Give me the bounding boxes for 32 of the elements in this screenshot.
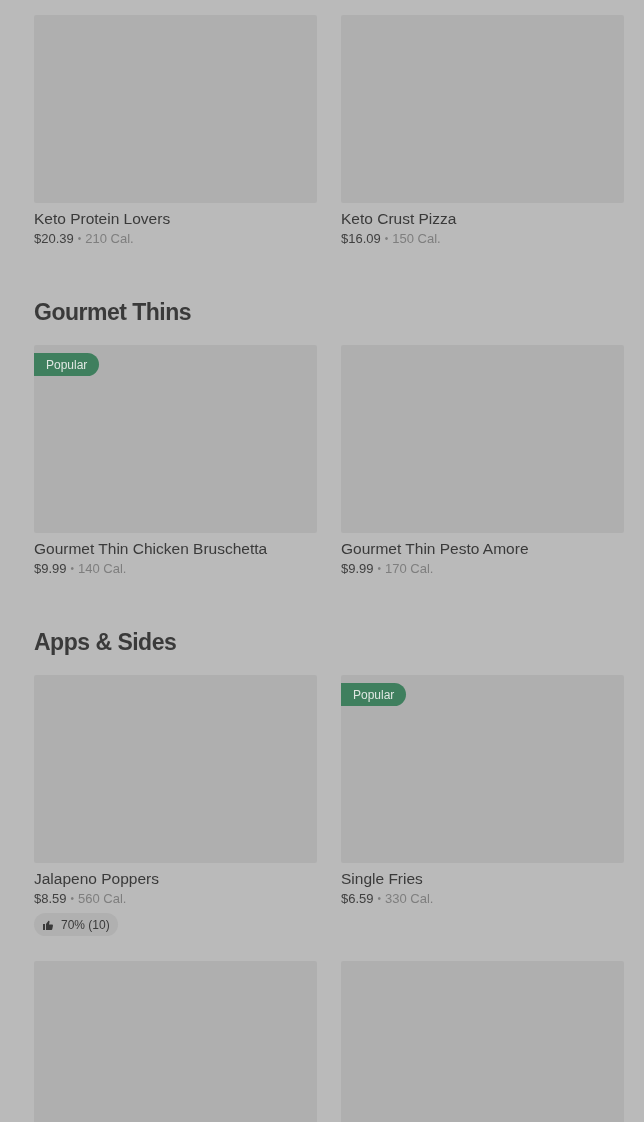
thumbs-up-icon: [42, 918, 54, 931]
item-price: $9.99: [341, 560, 374, 578]
item-title: Gourmet Thin Pesto Amore: [341, 539, 530, 559]
item-calories: 170 Cal.: [385, 560, 434, 578]
item-price: $6.59: [341, 890, 374, 908]
item-price: $20.39: [34, 230, 74, 248]
item-price: $8.59: [34, 890, 67, 908]
item-title: Keto Crust Pizza: [341, 209, 458, 229]
item-calories: 140 Cal.: [78, 560, 127, 578]
separator-dot: •: [70, 562, 75, 576]
item-price: $9.99: [34, 560, 67, 578]
popular-badge: Popular: [34, 353, 100, 376]
separator-dot: •: [377, 562, 382, 576]
item-title: Single Fries: [341, 869, 424, 889]
separator-dot: •: [70, 892, 75, 906]
separator-dot: •: [377, 892, 382, 906]
item-calories: 560 Cal.: [78, 890, 127, 908]
item-calories: 210 Cal.: [85, 230, 134, 248]
section-heading: Apps & Sides: [34, 627, 178, 657]
image-placeholder[interactable]: Popular: [34, 345, 317, 533]
item-price: $16.09: [341, 230, 381, 248]
popular-badge: Popular: [341, 683, 407, 706]
item-title: Gourmet Thin Chicken Bruschetta: [34, 539, 269, 559]
item-title: Keto Protein Lovers: [34, 209, 172, 229]
rating-chip: 70% (10): [34, 913, 118, 936]
separator-dot: •: [77, 232, 82, 246]
image-placeholder[interactable]: Popular: [341, 675, 624, 863]
item-title: Jalapeno Poppers: [34, 869, 160, 889]
section-heading: Gourmet Thins: [34, 297, 193, 327]
item-calories: 150 Cal.: [392, 230, 441, 248]
separator-dot: •: [384, 232, 389, 246]
item-calories: 330 Cal.: [385, 890, 434, 908]
